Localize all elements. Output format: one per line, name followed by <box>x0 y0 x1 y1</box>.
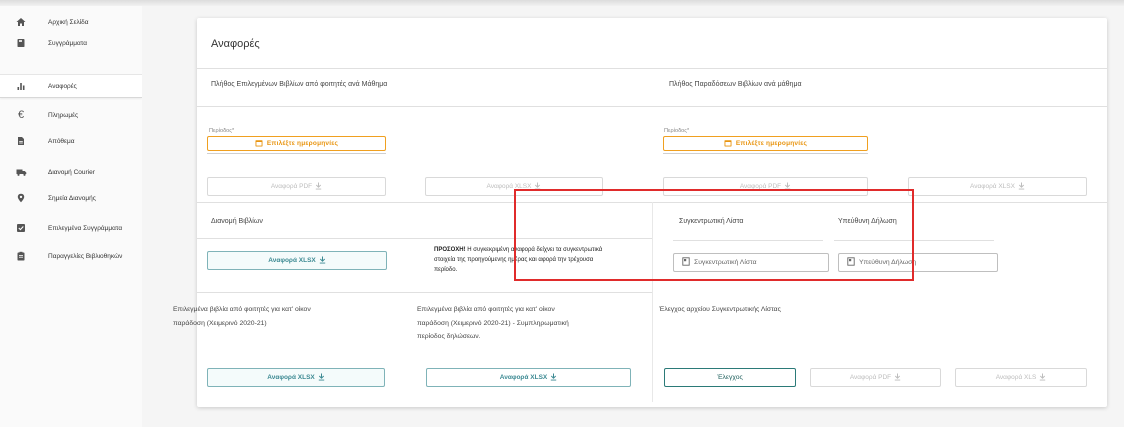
sidebar-item-stock[interactable]: Απόθεμα <box>0 130 142 152</box>
sidebar-item-label: Σημεία Διανομής <box>48 194 96 202</box>
deliveries-title: Πλήθος Παραδόσεων Βιβλίων ανά μάθημα <box>669 81 802 88</box>
download-icon <box>318 373 325 383</box>
file-check-title: Έλεγχος αρχείου Συγκεντρωτικής Λίστας <box>659 306 781 313</box>
xlsx-report-label: Αναφορά XLSX <box>499 374 548 381</box>
truck-icon <box>14 165 28 179</box>
sidebar-item-selected-books[interactable]: Επιλεγμένα Συγγράμματα <box>0 217 142 239</box>
period-underline <box>207 153 386 154</box>
home-icon <box>14 15 28 29</box>
clipboard-icon <box>14 249 28 263</box>
bar-chart-icon <box>14 79 28 93</box>
home-delivery-line-2: παράδοση (Χειμερινό 2020-21) <box>173 319 267 327</box>
section-divider <box>197 106 1107 107</box>
sidebar: Αρχική Σελίδα Συγγράμματα Αναφορές € Πλη… <box>0 6 143 427</box>
supplementary-xlsx-button[interactable]: Αναφορά XLSX <box>426 368 631 387</box>
pdf-report-button[interactable]: Αναφορά PDF <box>207 177 386 196</box>
period-underline <box>663 153 868 154</box>
sidebar-item-distribution-points[interactable]: Σημεία Διανομής <box>0 187 142 209</box>
row-divider <box>197 292 652 293</box>
sidebar-item-label: Διανομή Courier <box>48 168 95 176</box>
home-delivery-supplementary-description: Επιλεγμένα βιβλία από φοιτητές για κατ' … <box>417 303 647 344</box>
file-check-xls-button[interactable]: Αναφορά XLS <box>955 368 1087 387</box>
download-icon <box>1039 373 1046 383</box>
home-delivery-description: Επιλεγμένα βιβλία από φοιτητές για κατ' … <box>173 303 403 330</box>
checkbox-icon <box>14 221 28 235</box>
xlsx-report-label: Αναφορά XLSX <box>268 257 316 264</box>
sidebar-item-label: Παραγγελίες Βιβλιοθηκών <box>48 252 123 260</box>
xlsx-report-label: Αναφορά XLSX <box>970 183 1015 190</box>
home-delivery-xlsx-button[interactable]: Αναφορά XLSX <box>207 368 385 387</box>
select-dates-button[interactable]: Επιλέξτε ημερομηνίες <box>207 136 386 151</box>
supplementary-line-1: Επιλεγμένα βιβλία από φοιτητές για κατ' … <box>417 306 555 313</box>
calendar-icon <box>724 139 732 149</box>
sidebar-item-label: Πληρωμές <box>48 111 79 119</box>
calendar-icon <box>255 139 263 149</box>
sidebar-item-books[interactable]: Συγγράμματα <box>0 32 142 54</box>
xls-report-label: Αναφορά XLS <box>995 374 1037 381</box>
page-title: Αναφορές <box>211 38 260 50</box>
download-icon <box>319 256 326 266</box>
pdf-report-label: Αναφορά PDF <box>849 374 892 381</box>
sidebar-item-label: Απόθεμα <box>48 137 75 145</box>
download-icon <box>315 182 322 192</box>
red-highlight-box <box>514 189 914 281</box>
select-dates-label: Επιλέξτε ημερομηνίες <box>735 140 808 147</box>
sidebar-item-label: Αρχική Σελίδα <box>48 18 89 26</box>
sidebar-item-home[interactable]: Αρχική Σελίδα <box>0 11 142 33</box>
download-icon <box>1018 182 1025 192</box>
xlsx-report-label: Αναφορά XLSX <box>267 374 315 381</box>
notice-bold: ΠΡΟΣΟΧΗ! <box>434 247 466 253</box>
title-divider <box>197 68 1107 69</box>
period-label: Περίοδος* <box>664 128 690 134</box>
distribution-title: Διανομή Βιβλίων <box>211 218 263 225</box>
download-icon <box>894 373 901 383</box>
sidebar-item-library-orders[interactable]: Παραγγελίες Βιβλιοθηκών <box>0 245 142 267</box>
xlsx-report-button[interactable]: Αναφορά XLSX <box>908 177 1087 196</box>
book-icon <box>14 36 28 50</box>
sidebar-item-payments[interactable]: € Πληρωμές <box>0 104 142 126</box>
period-label: Περίοδος* <box>209 128 235 134</box>
document-icon <box>14 134 28 148</box>
select-dates-label: Επιλέξτε ημερομηνίες <box>266 140 339 147</box>
euro-icon: € <box>17 109 25 121</box>
check-button-label: Έλεγχος <box>717 374 743 381</box>
sidebar-item-courier[interactable]: Διανομή Courier <box>0 161 142 183</box>
pdf-report-label: Αναφορά PDF <box>270 183 313 190</box>
check-button[interactable]: Έλεγχος <box>664 368 796 387</box>
sidebar-item-label: Επιλεγμένα Συγγράμματα <box>48 224 123 232</box>
supplementary-line-3: περίοδος δηλώσεων. <box>417 333 481 340</box>
selected-books-title: Πλήθος Επιλεγμένων Βιβλίων από φοιτητές … <box>211 81 388 88</box>
sidebar-item-label: Συγγράμματα <box>48 39 88 47</box>
file-check-pdf-button[interactable]: Αναφορά PDF <box>810 368 941 387</box>
sidebar-item-label: Αναφορές <box>48 82 77 90</box>
download-icon <box>550 373 557 383</box>
select-dates-button[interactable]: Επιλέξτε ημερομηνίες <box>663 136 868 151</box>
location-pin-icon <box>14 191 28 205</box>
sidebar-item-reports[interactable]: Αναφορές <box>0 74 142 98</box>
supplementary-line-2: παράδοση (Χειμερινό 2020-21) - Συμπληρωμ… <box>417 319 569 327</box>
home-delivery-line-1: Επιλεγμένα βιβλία από φοιτητές για κατ' … <box>173 306 311 313</box>
distribution-xlsx-button[interactable]: Αναφορά XLSX <box>207 251 387 270</box>
